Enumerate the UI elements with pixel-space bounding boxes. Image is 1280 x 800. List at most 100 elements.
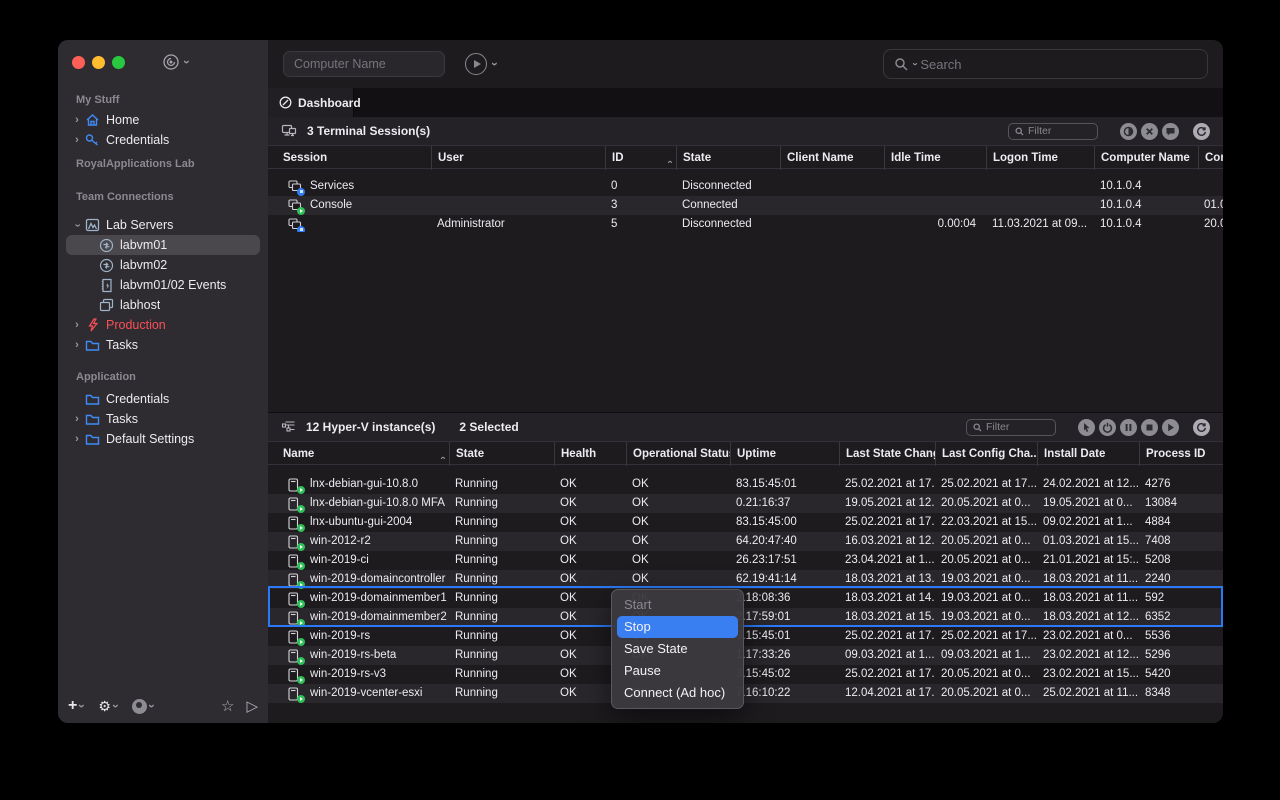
tab-dashboard[interactable]: Dashboard bbox=[268, 88, 354, 117]
table-row[interactable]: win-2019-rs-v3 Running OK OK 3.15:45:02 … bbox=[268, 665, 1223, 684]
column-header-uptime[interactable]: Uptime bbox=[730, 442, 839, 466]
sidebar-item-app-credentials[interactable]: Credentials bbox=[66, 389, 260, 409]
computer-name-combo[interactable]: › bbox=[283, 51, 445, 77]
favorites-star-icon[interactable]: ☆ bbox=[221, 697, 234, 715]
stop-button[interactable] bbox=[1141, 419, 1158, 436]
sidebar-item-lab-servers[interactable]: › Lab Servers bbox=[66, 215, 260, 235]
connect-button[interactable] bbox=[465, 53, 487, 75]
column-header-install-date[interactable]: Install Date bbox=[1037, 442, 1139, 466]
search-field[interactable]: › bbox=[883, 49, 1208, 79]
sidebar-item-app-tasks[interactable]: › Tasks bbox=[66, 409, 260, 429]
table-row[interactable]: lnx-debian-gui-10.8.0 MFA Running OK OK … bbox=[268, 494, 1223, 513]
column-header-id[interactable]: ID› bbox=[605, 146, 676, 170]
power-off-button[interactable] bbox=[1099, 419, 1116, 436]
session-name: Services bbox=[310, 177, 354, 196]
table-row[interactable]: win-2019-rs Running OK OK 3.15:45:01 25.… bbox=[268, 627, 1223, 646]
sidebar-item-labvm01[interactable]: labvm01 bbox=[66, 235, 260, 255]
column-header-session[interactable]: Session bbox=[268, 146, 431, 170]
sidebar-item-labhost[interactable]: labhost bbox=[66, 295, 260, 315]
column-header-operational-status[interactable]: Operational Status bbox=[626, 442, 730, 466]
user-menu-button[interactable]: › bbox=[132, 699, 154, 714]
terminal-filter-field[interactable] bbox=[1008, 123, 1098, 140]
pause-button[interactable] bbox=[1120, 419, 1137, 436]
refresh-instances-button[interactable] bbox=[1193, 419, 1210, 436]
sidebar-item-default-settings[interactable]: › Default Settings bbox=[66, 429, 260, 449]
zoom-window-button[interactable] bbox=[112, 56, 125, 69]
column-header-logon-time[interactable]: Logon Time bbox=[986, 146, 1094, 170]
search-scope-chevron-icon[interactable]: › bbox=[910, 62, 920, 65]
hyperv-filter-field[interactable] bbox=[966, 419, 1056, 436]
main-content: › › › bbox=[268, 40, 1223, 723]
context-menu-item[interactable]: Pause bbox=[612, 660, 743, 682]
send-message-button[interactable] bbox=[1162, 123, 1179, 140]
table-row[interactable]: win-2019-ci Running OK OK 26.23:17:51 23… bbox=[268, 551, 1223, 570]
table-row[interactable]: Administrator 5 Disconnected 0.00:04 11.… bbox=[268, 215, 1223, 234]
connect-instance-button[interactable] bbox=[1078, 419, 1095, 436]
chevron-right-icon[interactable]: › bbox=[70, 320, 84, 331]
cell-last-state-change: 18.03.2021 at 13... bbox=[839, 570, 935, 589]
search-input[interactable] bbox=[920, 57, 1197, 72]
start-button[interactable] bbox=[1162, 419, 1179, 436]
cell-state: Disconnected bbox=[676, 177, 780, 196]
chevron-right-icon[interactable]: › bbox=[70, 340, 84, 351]
chevron-right-icon[interactable]: › bbox=[70, 135, 84, 146]
settings-button[interactable]: ⚙ › bbox=[98, 699, 118, 713]
sidebar-item-label: labvm01 bbox=[120, 238, 167, 252]
connect-play-icon[interactable]: ▷ bbox=[246, 697, 258, 715]
minimize-window-button[interactable] bbox=[92, 56, 105, 69]
chevron-expanded-icon[interactable]: › bbox=[72, 218, 83, 232]
chevron-right-icon[interactable]: › bbox=[70, 115, 84, 126]
sidebar-item-labvm-events[interactable]: labvm01/02 Events bbox=[66, 275, 260, 295]
column-header-computer-name[interactable]: Computer Name bbox=[1094, 146, 1198, 170]
column-header-client-name[interactable]: Client Name bbox=[780, 146, 884, 170]
column-header-state[interactable]: State bbox=[676, 146, 780, 170]
context-menu-item[interactable]: Start bbox=[612, 594, 743, 616]
hyperv-filter-input[interactable] bbox=[986, 421, 1041, 433]
column-header-name[interactable]: Name› bbox=[268, 442, 449, 466]
terminal-filter-input[interactable] bbox=[1028, 125, 1083, 137]
column-header-process-id[interactable]: Process ID bbox=[1139, 442, 1223, 466]
column-header-state[interactable]: State bbox=[449, 442, 554, 466]
cell-state: Running bbox=[449, 589, 554, 608]
sidebar-item-team-tasks[interactable]: › Tasks bbox=[66, 335, 260, 355]
table-row[interactable]: lnx-ubuntu-gui-2004 Running OK OK 83.15:… bbox=[268, 513, 1223, 532]
column-header-health[interactable]: Health bbox=[554, 442, 626, 466]
sidebar-action-button[interactable]: › bbox=[162, 53, 189, 71]
add-button[interactable]: + › bbox=[68, 698, 84, 714]
table-row[interactable]: win-2019-domainmember1 Running OK OK 2.1… bbox=[268, 589, 1223, 608]
section-label-application: Application bbox=[76, 371, 268, 387]
table-row[interactable]: lnx-debian-gui-10.8.0 Running OK OK 83.1… bbox=[268, 475, 1223, 494]
logoff-session-button[interactable] bbox=[1141, 123, 1158, 140]
context-menu-item[interactable]: Save State bbox=[612, 638, 743, 660]
sidebar-item-home[interactable]: › Home bbox=[66, 110, 260, 130]
table-row[interactable]: win-2019-vcenter-esxi Running OK OK 7.16… bbox=[268, 684, 1223, 703]
column-header-last-state-change[interactable]: Last State Change bbox=[839, 442, 935, 466]
table-row[interactable]: win-2019-domainmember2 Running OK OK 2.1… bbox=[268, 608, 1223, 627]
table-row[interactable]: Console 3 Connected 10.1.0.4 01.03 bbox=[268, 196, 1223, 215]
cell-idle-time: 0.00:04 bbox=[884, 215, 986, 234]
refresh-sessions-button[interactable] bbox=[1193, 123, 1210, 140]
computer-name-input[interactable] bbox=[284, 57, 445, 71]
close-window-button[interactable] bbox=[72, 56, 85, 69]
chevron-right-icon[interactable]: › bbox=[70, 434, 84, 445]
sidebar-item-labvm02[interactable]: labvm02 bbox=[66, 255, 260, 275]
table-row[interactable]: win-2019-domaincontroller Running OK OK … bbox=[268, 570, 1223, 589]
table-row[interactable]: Services 0 Disconnected 10.1.0.4 bbox=[268, 177, 1223, 196]
context-menu-item[interactable]: Connect (Ad hoc) bbox=[612, 682, 743, 704]
column-header-last-config-change[interactable]: Last Config Cha... bbox=[935, 442, 1037, 466]
terminal-session-icon bbox=[288, 218, 302, 232]
column-header-conn[interactable]: Conn bbox=[1198, 146, 1223, 170]
table-row[interactable]: win-2012-r2 Running OK OK 64.20:47:40 16… bbox=[268, 532, 1223, 551]
cell-last-config-change: 20.05.2021 at 0... bbox=[935, 532, 1037, 551]
connect-options-chevron-icon[interactable]: › bbox=[489, 62, 501, 66]
column-header-idle-time[interactable]: Idle Time bbox=[884, 146, 986, 170]
column-header-user[interactable]: User bbox=[431, 146, 605, 170]
sidebar-item-production[interactable]: › Production bbox=[66, 315, 260, 335]
cell-last-state-change: 18.03.2021 at 15... bbox=[839, 608, 935, 627]
cell-last-config-change: 20.05.2021 at 0... bbox=[935, 665, 1037, 684]
disconnect-session-button[interactable] bbox=[1120, 123, 1137, 140]
context-menu-item[interactable]: Stop bbox=[617, 616, 738, 638]
table-row[interactable]: win-2019-rs-beta Running OK OK 1.17:33:2… bbox=[268, 646, 1223, 665]
chevron-right-icon[interactable]: › bbox=[70, 414, 84, 425]
sidebar-item-credentials[interactable]: › Credentials bbox=[66, 130, 260, 150]
